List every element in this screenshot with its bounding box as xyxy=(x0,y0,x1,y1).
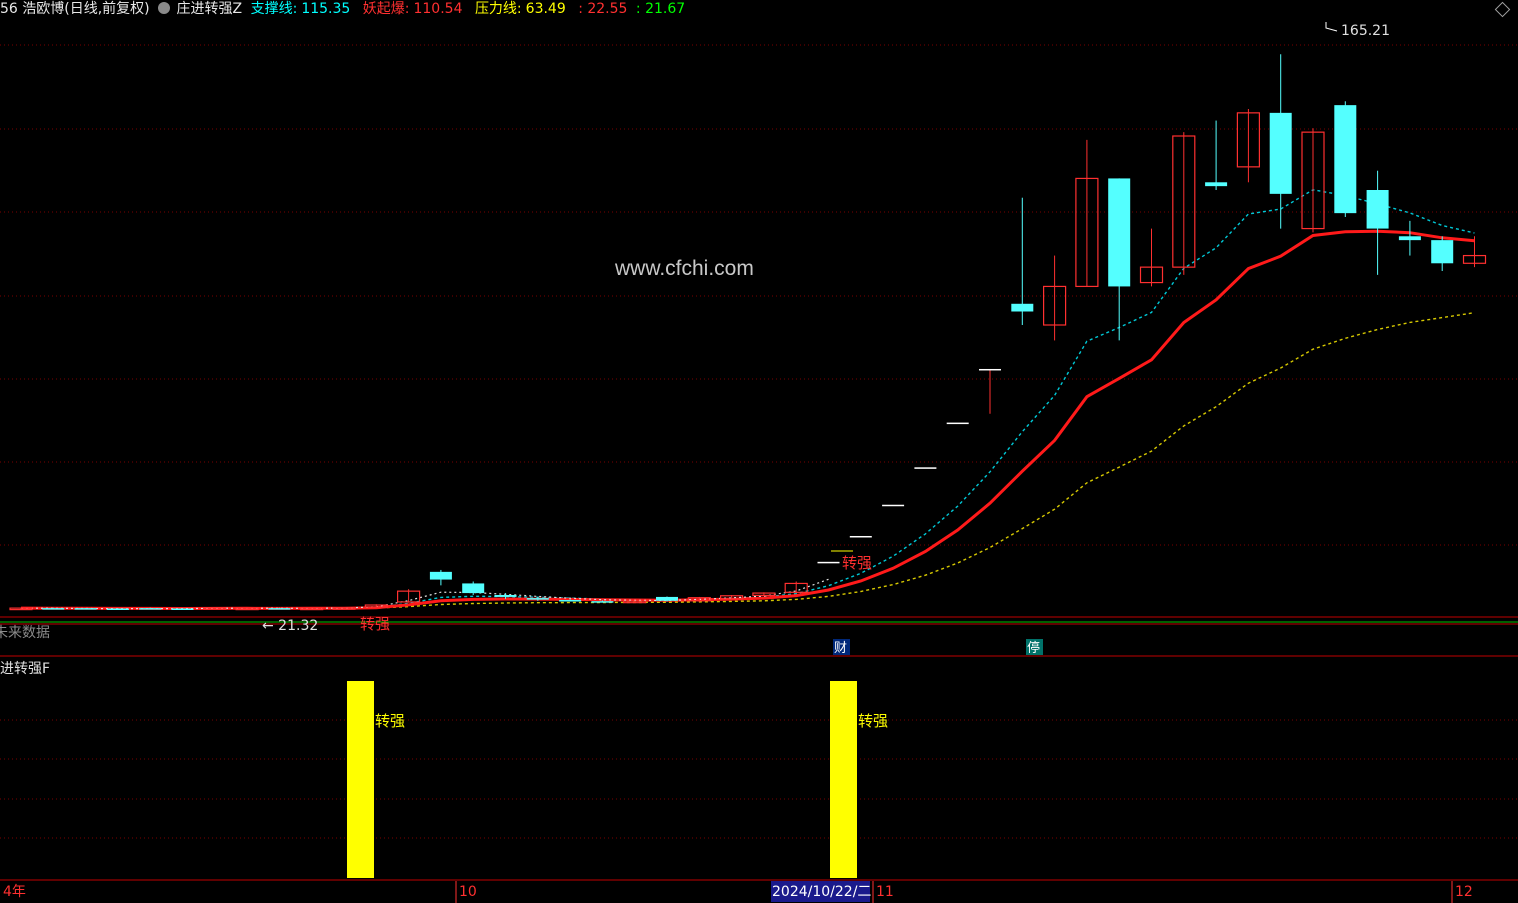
candle xyxy=(74,608,97,610)
axis-label-year: 4年 xyxy=(3,884,26,900)
header-item-3: : 22.55 xyxy=(578,1,628,17)
candle-body xyxy=(1108,178,1131,287)
explosion-line xyxy=(20,229,1475,611)
header-item-2: 压力线: 63.49 xyxy=(474,1,566,17)
future-data-label: 未来数据 xyxy=(0,625,50,641)
candle xyxy=(332,607,356,610)
candle xyxy=(235,607,259,611)
candle-body xyxy=(914,467,937,469)
candle-body xyxy=(946,422,969,425)
axis-label-oct: 10 xyxy=(459,884,477,900)
candle-body xyxy=(1269,112,1292,194)
candle-body xyxy=(849,535,872,538)
candle xyxy=(1431,236,1454,271)
watermark: www.cfchi.com xyxy=(614,257,754,280)
candle-body xyxy=(591,601,614,603)
candle-body xyxy=(171,608,194,610)
signal-bar-label-2: 转强 xyxy=(858,712,888,730)
axis-label-dec: 12 xyxy=(1455,884,1473,900)
candle-body xyxy=(139,608,162,610)
candle-body xyxy=(268,608,291,610)
sub-gridlines xyxy=(0,719,1518,839)
candle xyxy=(203,607,227,610)
indicator-select-icon[interactable] xyxy=(158,2,171,14)
signal-label-main-1: 转强 xyxy=(842,554,872,572)
candle-body xyxy=(1398,236,1421,241)
candle-body xyxy=(42,608,65,610)
signal-bar-label-1: 转强 xyxy=(375,712,405,730)
indicator-name[interactable]: 庄进转强Z xyxy=(177,1,243,17)
candle xyxy=(1011,197,1034,325)
header-bar: 56 浩欧博(日线,前复权) 庄进转强Z 支撑线: 115.35 妖起爆: 110.… xyxy=(0,0,689,18)
candle-body xyxy=(462,583,485,594)
candle-body xyxy=(526,598,549,600)
candles xyxy=(9,54,1487,611)
event-tag-finance[interactable]: 财 xyxy=(834,641,847,656)
pressure-line xyxy=(21,312,1475,609)
stock-title[interactable]: 56 浩欧博(日线,前复权) xyxy=(0,1,150,17)
candle-body xyxy=(817,561,840,564)
candle xyxy=(462,581,485,595)
sub-panel-title: 进转强F xyxy=(0,661,50,677)
candle xyxy=(9,607,33,611)
candle xyxy=(1366,170,1389,275)
selected-date[interactable]: 2024/10/22/二 xyxy=(772,884,871,900)
signal-label-main-0: 转强 xyxy=(360,615,390,633)
candle-body xyxy=(494,595,517,597)
candle xyxy=(1042,255,1067,341)
candle xyxy=(1172,132,1196,275)
candle xyxy=(1301,128,1325,233)
high-label: 165.21 xyxy=(1341,23,1390,39)
candle-body xyxy=(1011,303,1034,312)
candle xyxy=(1205,120,1228,190)
candle-body xyxy=(882,504,905,507)
candle xyxy=(1108,178,1131,341)
candle xyxy=(1139,228,1164,287)
candle xyxy=(429,569,452,586)
candle-body xyxy=(106,608,129,610)
candle xyxy=(1334,101,1357,217)
header-item-0: 支撑线: 115.35 xyxy=(250,1,351,17)
candle xyxy=(623,600,647,604)
candle xyxy=(882,504,905,507)
candle xyxy=(849,535,872,538)
header-item-1: 妖起爆: 110.54 xyxy=(362,1,463,17)
candle xyxy=(817,561,840,564)
candle-body xyxy=(74,608,97,610)
candle xyxy=(752,592,776,596)
candle-body xyxy=(1205,182,1228,187)
high-marker xyxy=(1325,22,1338,32)
candle xyxy=(1398,220,1421,256)
candle xyxy=(1075,139,1099,288)
candle xyxy=(397,589,421,603)
axis-label-nov: 11 xyxy=(876,884,894,900)
candle xyxy=(979,368,1001,414)
low-label: ← 21.32 xyxy=(262,618,318,634)
support-line xyxy=(20,189,1475,610)
candle-body xyxy=(429,571,452,580)
candle xyxy=(784,581,808,593)
candle xyxy=(300,607,324,611)
candle xyxy=(914,467,937,469)
candle xyxy=(1269,54,1292,229)
candle-body xyxy=(979,368,1001,371)
candle-body xyxy=(1431,240,1454,264)
candle-body xyxy=(1366,190,1389,229)
candle xyxy=(946,422,969,425)
signal-bar-2 xyxy=(830,681,857,878)
candle-body xyxy=(559,600,582,602)
event-tag-suspend[interactable]: 停 xyxy=(1027,640,1040,656)
candle xyxy=(1236,109,1261,183)
candle-body xyxy=(656,596,678,601)
chart-stage[interactable]: www.cfchi.com 165.21 ← 21.32 转强 转强 未来数据 … xyxy=(0,0,1518,903)
candle-body xyxy=(1334,105,1357,214)
signal-bar-1 xyxy=(347,681,374,878)
header-item-4: : 21.67 xyxy=(635,1,686,17)
